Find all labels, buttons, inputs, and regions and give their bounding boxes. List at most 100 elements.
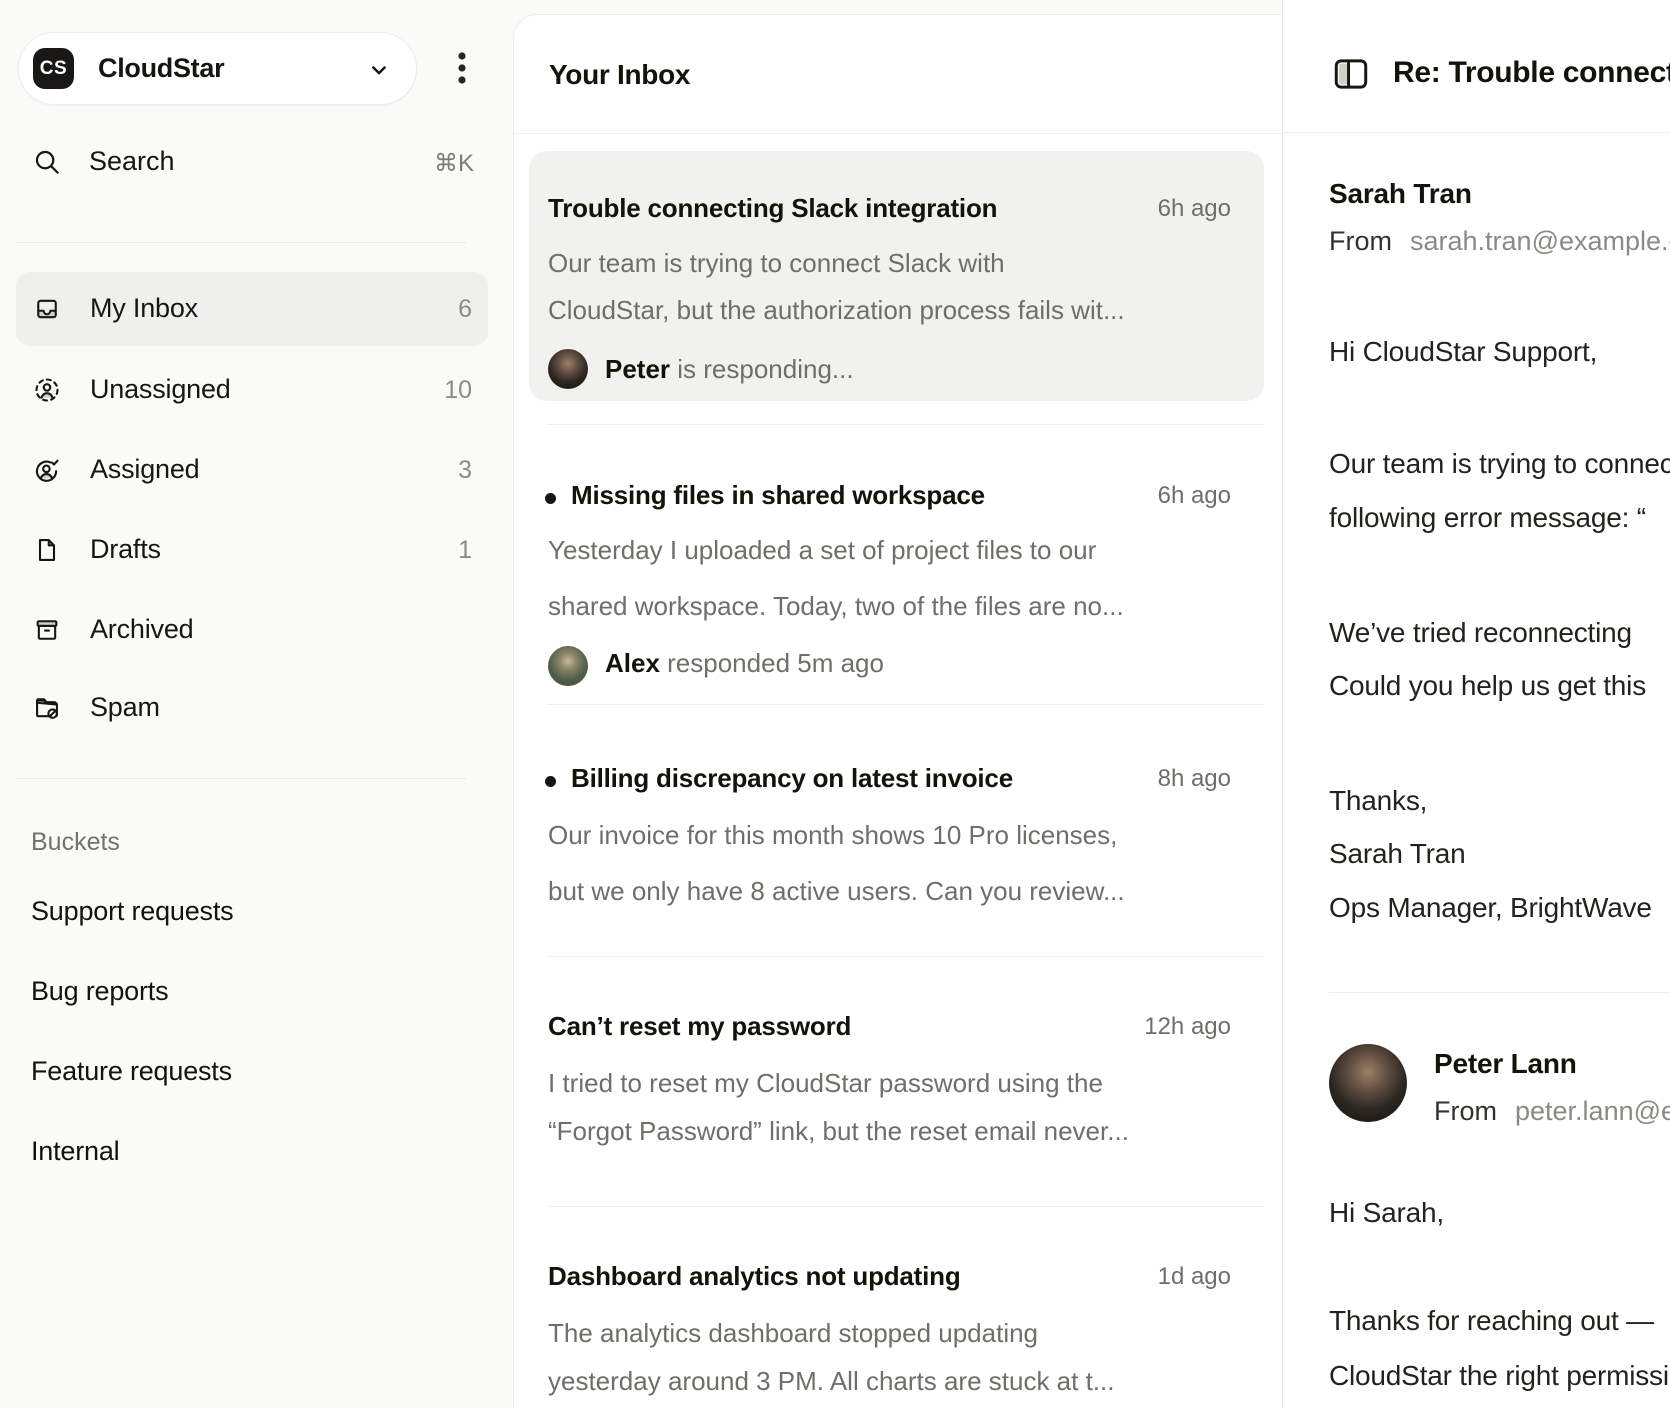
sidebar-divider <box>16 242 466 243</box>
from-label: From <box>1329 226 1392 256</box>
sidebar-item-my-inbox[interactable]: My Inbox 6 <box>0 272 488 346</box>
bucket-label: Feature requests <box>31 1056 232 1087</box>
thread-time: 1d ago <box>1158 1263 1231 1291</box>
sidebar-item-count: 6 <box>458 295 472 324</box>
responder-name: Peter <box>605 354 670 384</box>
inbox-title: Your Inbox <box>549 59 690 91</box>
panel-left-icon <box>1331 56 1371 92</box>
thread-preview: but we only have 8 active users. Can you… <box>548 876 1125 907</box>
responder-status: responded 5m ago <box>660 648 884 678</box>
more-menu-button[interactable] <box>444 46 480 90</box>
thread-preview: yesterday around 3 PM. All charts are st… <box>548 1366 1114 1397</box>
avatar <box>1329 1044 1407 1122</box>
buckets-section-label: Buckets <box>31 828 120 857</box>
sidebar-item-support-requests[interactable]: Support requests <box>0 875 488 949</box>
inbox-list-header: Your Inbox <box>514 15 1282 134</box>
thread-item-selected[interactable]: Trouble connecting Slack integration 6h … <box>529 151 1264 401</box>
message-line: Sarah Tran <box>1329 838 1466 870</box>
message-line: following error message: “ <box>1329 502 1646 534</box>
thread-title: Missing files in shared workspace <box>571 480 985 511</box>
sender-email: peter.lann@example.com <box>1515 1096 1670 1126</box>
sidebar-item-label: Unassigned <box>90 374 231 405</box>
thread-time: 12h ago <box>1144 1013 1231 1041</box>
search-button[interactable]: Search ⌘K <box>0 134 488 190</box>
file-icon <box>33 536 61 564</box>
thread-detail-title: Re: Trouble connecting Slack integration <box>1393 56 1670 90</box>
thread-detail-header: Re: Trouble connecting Slack integration <box>1283 0 1670 133</box>
avatar <box>548 349 588 389</box>
thread-preview: I tried to reset my CloudStar password u… <box>548 1068 1103 1099</box>
sender-email: sarah.tran@example.com <box>1410 226 1670 256</box>
sidebar-item-count: 1 <box>458 536 472 565</box>
from-label: From <box>1434 1096 1497 1126</box>
thread-preview: shared workspace. Today, two of the file… <box>548 591 1124 622</box>
sidebar-divider <box>16 778 466 779</box>
thread-title: Can’t reset my password <box>548 1011 851 1042</box>
sidebar-item-label: Spam <box>90 692 160 723</box>
sidebar-item-label: My Inbox <box>90 293 198 324</box>
thread-responder: Peter is responding... <box>548 349 854 389</box>
message-line: Thanks, <box>1329 785 1427 817</box>
unread-dot <box>545 776 556 787</box>
avatar <box>548 646 588 686</box>
search-icon <box>32 147 62 177</box>
sidebar-item-count: 10 <box>444 376 472 405</box>
app-root: CS CloudStar Search ⌘K <box>0 0 1670 1408</box>
sidebar-item-count: 3 <box>458 456 472 485</box>
message-line: Our team is trying to connect Slack with <box>1329 448 1670 480</box>
sender-name: Peter Lann <box>1434 1048 1577 1080</box>
list-divider <box>546 1206 1264 1207</box>
sidebar: CS CloudStar Search ⌘K <box>0 0 488 1408</box>
toggle-sidebar-button[interactable] <box>1331 56 1371 92</box>
sidebar-item-label: Archived <box>90 614 193 645</box>
message-line: We’ve tried reconnecting <box>1329 617 1632 649</box>
message-line: Thanks for reaching out — <box>1329 1305 1654 1337</box>
thread-title: Dashboard analytics not updating <box>548 1261 961 1292</box>
list-divider <box>546 956 1264 957</box>
sidebar-item-label: Drafts <box>90 534 161 565</box>
sidebar-item-label: Assigned <box>90 454 199 485</box>
thread-preview: CloudStar, but the authorization process… <box>548 295 1125 326</box>
responder-name: Alex <box>605 648 660 678</box>
sender-name: Sarah Tran <box>1329 178 1472 210</box>
sidebar-item-spam[interactable]: Spam <box>0 671 488 745</box>
thread-preview: “Forgot Password” link, but the reset em… <box>548 1116 1129 1147</box>
sidebar-item-internal[interactable]: Internal <box>0 1115 488 1189</box>
search-shortcut: ⌘K <box>434 149 474 178</box>
bucket-label: Internal <box>31 1136 119 1167</box>
workspace-name: CloudStar <box>98 53 224 84</box>
bucket-label: Support requests <box>31 896 233 927</box>
sidebar-item-bug-reports[interactable]: Bug reports <box>0 955 488 1029</box>
sidebar-item-assigned[interactable]: Assigned 3 <box>0 433 488 507</box>
responder-status: is responding... <box>670 354 854 384</box>
sidebar-item-feature-requests[interactable]: Feature requests <box>0 1035 488 1109</box>
folder-block-icon <box>33 694 61 722</box>
thread-preview: Our team is trying to connect Slack with <box>548 248 1005 279</box>
bucket-label: Bug reports <box>31 976 168 1007</box>
thread-title: Billing discrepancy on latest invoice <box>571 763 1013 794</box>
inbox-icon <box>33 295 61 323</box>
sidebar-item-unassigned[interactable]: Unassigned 10 <box>0 353 488 427</box>
thread-detail-panel: Re: Trouble connecting Slack integration… <box>1282 0 1670 1408</box>
sidebar-item-drafts[interactable]: Drafts 1 <box>0 513 488 587</box>
user-dashed-icon <box>33 376 61 404</box>
message-line: Ops Manager, BrightWave <box>1329 892 1652 924</box>
thread-title: Trouble connecting Slack integration <box>548 193 997 224</box>
thread-time: 6h ago <box>1158 482 1231 510</box>
unread-dot <box>545 493 556 504</box>
workspace-logo: CS <box>33 48 74 89</box>
archive-icon <box>33 616 61 644</box>
thread-preview: Yesterday I uploaded a set of project fi… <box>548 535 1096 566</box>
chevron-down-icon <box>364 55 394 85</box>
message-line: Hi CloudStar Support, <box>1329 336 1597 368</box>
thread-preview: The analytics dashboard stopped updating <box>548 1318 1038 1349</box>
workspace-switcher[interactable]: CS CloudStar <box>18 32 417 105</box>
sidebar-item-archived[interactable]: Archived <box>0 593 488 667</box>
list-divider <box>546 424 1264 425</box>
thread-time: 8h ago <box>1158 765 1231 793</box>
message-line: Hi Sarah, <box>1329 1197 1444 1229</box>
sender-from-row: From sarah.tran@example.com <box>1329 226 1670 257</box>
message-divider <box>1329 992 1670 993</box>
inbox-list-panel: Your Inbox Trouble connecting Slack inte… <box>513 14 1282 1408</box>
list-divider <box>546 704 1264 705</box>
